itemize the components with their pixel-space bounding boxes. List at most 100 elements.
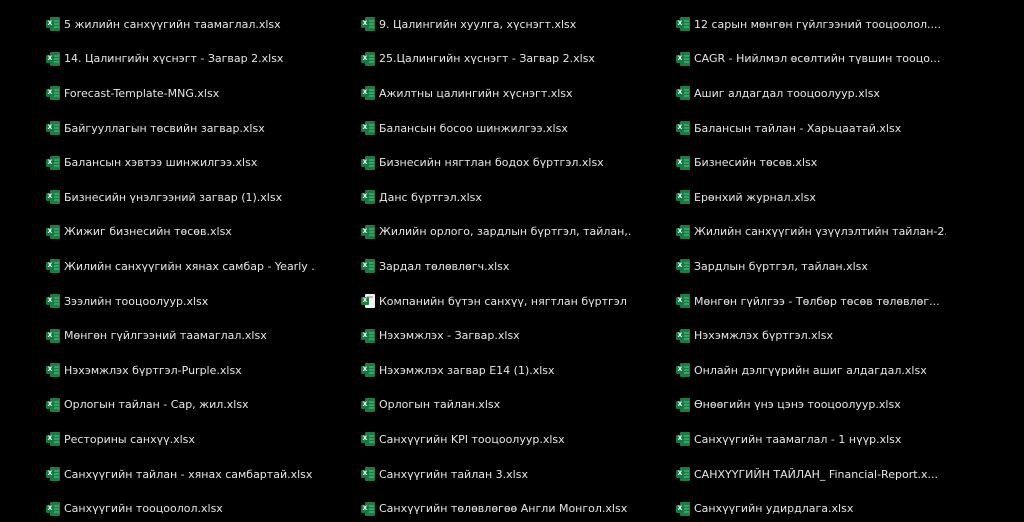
file-item[interactable]: X Орлогын тайлан - Сар, жил.xlsx	[46, 388, 316, 423]
file-item[interactable]: X Санхүүгийн KPI тооцоолуур.xlsx	[361, 422, 631, 457]
file-item[interactable]: X Нэхэмжлэх загвар E14 (1).xlsx	[361, 353, 631, 388]
file-item[interactable]: X Нэхэмжлэх бүртгэл-Purple.xlsx	[46, 353, 316, 388]
file-item[interactable]: X Ашиг алдагдал тооцоолуур.xlsx	[676, 76, 946, 111]
excel-file-generic-icon: X	[361, 294, 375, 309]
file-name: Балансын хэвтээ шинжилгээ.xlsx	[64, 156, 258, 170]
file-name: Нэхэмжлэх бүртгэл-Purple.xlsx	[64, 363, 242, 377]
file-item[interactable]: X 12 сарын мөнгөн гүйлгээний тооцоолол...…	[676, 7, 946, 42]
excel-icon: X	[46, 190, 60, 205]
file-item[interactable]: X Данс бүртгэл.xlsx	[361, 180, 631, 215]
file-name: Зардлын бүртгэл, тайлан.xlsx	[694, 259, 868, 273]
file-name: 12 сарын мөнгөн гүйлгээний тооцоолол....	[694, 17, 941, 31]
file-item[interactable]: X 25.Цалингийн хүснэгт - Загвар 2.xlsx	[361, 42, 631, 77]
file-name: Орлогын тайлан.xlsx	[379, 398, 501, 412]
file-name: 9. Цалингийн хуулга, хүснэгт.xlsx	[379, 17, 577, 31]
file-name: 14. Цалингийн хүснэгт - Загвар 2.xlsx	[64, 52, 284, 66]
file-item[interactable]: X Жижиг бизнесийн төсөв.xlsx	[46, 215, 316, 250]
excel-icon: X	[676, 363, 690, 378]
file-name: Байгууллагын төсвийн загвар.xlsx	[64, 121, 265, 135]
file-name: Санхүүгийн таамаглал - 1 нүүр.xlsx	[694, 432, 902, 446]
file-name: Зардал төлөвлөгч.xlsx	[379, 259, 510, 273]
excel-icon: X	[676, 224, 690, 239]
file-name: Жилийн санхүүгийн хянах самбар - Yearly …	[64, 259, 316, 273]
excel-icon: X	[361, 432, 375, 447]
excel-icon: X	[361, 121, 375, 136]
file-item[interactable]: X Онлайн дэлгүүрийн ашиг алдагдал.xlsx	[676, 353, 946, 388]
file-item[interactable]: X Мөнгөн гүйлгээний таамаглал.xlsx	[46, 318, 316, 353]
file-item[interactable]: X Байгууллагын төсвийн загвар.xlsx	[46, 111, 316, 146]
file-item[interactable]: X Бизнесийн үнэлгээний загвар (1).xlsx	[46, 180, 316, 215]
file-item[interactable]: X Санхүүгийн тайлан - хянах самбартай.xls…	[46, 457, 316, 492]
excel-icon: X	[46, 224, 60, 239]
file-name: Мөнгөн гүйлгээ - Төлбөр төсөв төлөвлөг..…	[694, 294, 940, 308]
file-name: Зээлийн тооцоолуур.xlsx	[64, 294, 209, 308]
file-name: Бизнесийн төсөв.xlsx	[694, 156, 818, 170]
file-item[interactable]: X Ресторины санхүү.xlsx	[46, 422, 316, 457]
file-name: Санхүүгийн KPI тооцоолуур.xlsx	[379, 432, 565, 446]
file-name: Бизнесийн үнэлгээний загвар (1).xlsx	[64, 190, 283, 204]
file-item[interactable]: X CAGR - Нийлмэл өсөлтийн түвшин тооцо...	[676, 42, 946, 77]
file-item[interactable]: X Санхүүгийн таамаглал - 1 нүүр.xlsx	[676, 422, 946, 457]
file-item[interactable]: X Жилийн санхүүгийн үзүүлэлтийн тайлан-2.…	[676, 215, 946, 250]
file-name: Жилийн санхүүгийн үзүүлэлтийн тайлан-2..…	[694, 225, 946, 239]
file-list-pane: X 5 жилийн санхүүгийн таамаглал.xlsx X 14. …	[0, 0, 1024, 522]
excel-icon: X	[361, 363, 375, 378]
file-item[interactable]: X Ерөнхий журнал.xlsx	[676, 180, 946, 215]
file-name: 25.Цалингийн хүснэгт - Загвар 2.xlsx	[379, 52, 595, 66]
file-name: Ерөнхий журнал.xlsx	[694, 190, 816, 204]
excel-icon: X	[676, 86, 690, 101]
file-item[interactable]: X Санхүүгийн тооцоолол.xlsx	[46, 491, 316, 522]
excel-icon: X	[676, 501, 690, 516]
file-item[interactable]: X Санхүүгийн тайлан 3.xlsx	[361, 457, 631, 492]
excel-icon: X	[361, 328, 375, 343]
file-item[interactable]: X Нэхэмжлэх - Загвар.xlsx	[361, 318, 631, 353]
excel-icon: X	[676, 294, 690, 309]
excel-icon: X	[676, 397, 690, 412]
file-item[interactable]: X САНХҮҮГИЙН ТАЙЛАН_ Financial-Report.x..…	[676, 457, 946, 492]
file-name: Өнөөгийн үнэ цэнэ тооцоолуур.xlsx	[694, 398, 901, 412]
file-item[interactable]: X 14. Цалингийн хүснэгт - Загвар 2.xlsx	[46, 42, 316, 77]
file-name: Нэхэмжлэх загвар E14 (1).xlsx	[379, 363, 555, 377]
file-item[interactable]: X Жилийн санхүүгийн хянах самбар - Yearly…	[46, 249, 316, 284]
excel-icon: X	[361, 51, 375, 66]
file-name: Санхүүгийн тайлан - хянах самбартай.xlsx	[64, 467, 313, 481]
file-item[interactable]: X Мөнгөн гүйлгээ - Төлбөр төсөв төлөвлөг.…	[676, 284, 946, 319]
file-item[interactable]: X Балансын босоо шинжилгээ.xlsx	[361, 111, 631, 146]
excel-icon: X	[46, 86, 60, 101]
file-item[interactable]: X Зээлийн тооцоолуур.xlsx	[46, 284, 316, 319]
file-item[interactable]: X 9. Цалингийн хуулга, хүснэгт.xlsx	[361, 7, 631, 42]
excel-icon: X	[676, 121, 690, 136]
file-item[interactable]: X Ажилтны цалингийн хүснэгт.xlsx	[361, 76, 631, 111]
file-name: Орлогын тайлан - Сар, жил.xlsx	[64, 398, 249, 412]
file-item[interactable]: X Балансын хэвтээ шинжилгээ.xlsx	[46, 145, 316, 180]
file-item[interactable]: X Бизнесийн нягтлан бодох бүртгэл.xlsx	[361, 145, 631, 180]
file-item[interactable]: X Бизнесийн төсөв.xlsx	[676, 145, 946, 180]
file-name: Жижиг бизнесийн төсөв.xlsx	[64, 225, 232, 239]
file-name: Балансын босоо шинжилгээ.xlsx	[379, 121, 568, 135]
file-name: САНХҮҮГИЙН ТАЙЛАН_ Financial-Report.x...	[694, 467, 939, 481]
excel-icon: X	[361, 501, 375, 516]
file-name: Санхүүгийн тооцоолол.xlsx	[64, 502, 223, 516]
file-item[interactable]: X Жилийн орлого, зардлын бүртгэл, тайлан,…	[361, 215, 631, 250]
excel-icon: X	[46, 259, 60, 274]
excel-icon: X	[676, 155, 690, 170]
file-item[interactable]: X Зардлын бүртгэл, тайлан.xlsx	[676, 249, 946, 284]
excel-icon: X	[676, 17, 690, 32]
file-item[interactable]: X Орлогын тайлан.xlsx	[361, 388, 631, 423]
excel-icon: X	[46, 294, 60, 309]
file-name: Онлайн дэлгүүрийн ашиг алдагдал.xlsx	[694, 363, 927, 377]
file-item[interactable]: X 5 жилийн санхүүгийн таамаглал.xlsx	[46, 7, 316, 42]
excel-icon: X	[361, 17, 375, 32]
excel-icon: X	[361, 86, 375, 101]
file-name: Нэхэмжлэх - Загвар.xlsx	[379, 329, 520, 343]
file-item[interactable]: X Forecast-Template-MNG.xlsx	[46, 76, 316, 111]
file-item[interactable]: X Санхүүгийн төлөвлөгөө Англи Монгол.xlsx	[361, 491, 631, 522]
file-item[interactable]: X Санхүүгийн удирдлага.xlsx	[676, 491, 946, 522]
file-name: Данс бүртгэл.xlsx	[379, 190, 482, 204]
file-item[interactable]: X Балансын тайлан - Харьцаатай.xlsx	[676, 111, 946, 146]
file-item[interactable]: X Компанийн бүтэн санхүү, нягтлан бүртгэл…	[361, 284, 631, 319]
file-item[interactable]: X Зардал төлөвлөгч.xlsx	[361, 249, 631, 284]
file-item[interactable]: X Нэхэмжлэх бүртгэл.xlsx	[676, 318, 946, 353]
file-item[interactable]: X Өнөөгийн үнэ цэнэ тооцоолуур.xlsx	[676, 388, 946, 423]
excel-icon: X	[361, 155, 375, 170]
